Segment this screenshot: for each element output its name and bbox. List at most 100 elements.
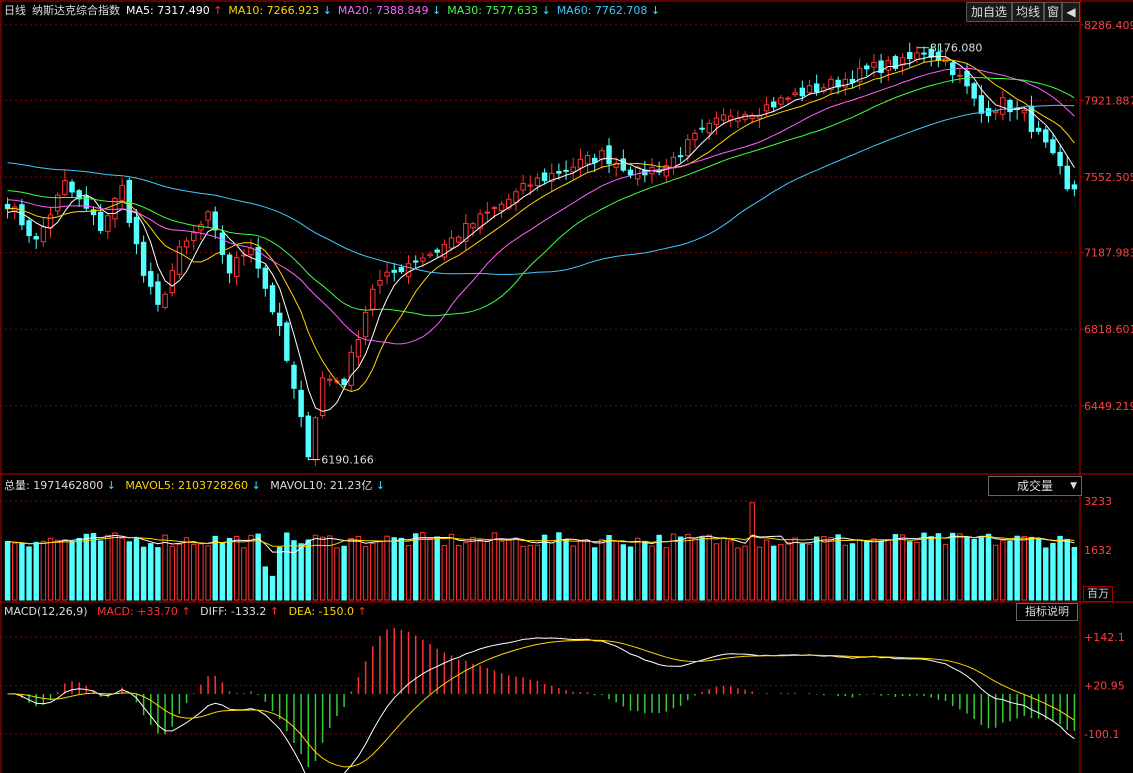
candle-body bbox=[1050, 139, 1056, 154]
index-name: 纳斯达克综合指数 bbox=[32, 4, 120, 17]
candle-body bbox=[563, 169, 569, 172]
price-tick-label: 7921.887 bbox=[1084, 94, 1133, 107]
volume-bar bbox=[97, 540, 104, 601]
volume-bar bbox=[527, 544, 533, 601]
volume-bar bbox=[785, 541, 791, 601]
volume-bar bbox=[778, 544, 784, 601]
volume-bar bbox=[649, 545, 655, 601]
chart-canvas: 8286.409 7921.887 7552.505 7187.983 6818.601… bbox=[0, 0, 1133, 773]
price-annotation-label: 8176.080 bbox=[930, 42, 983, 55]
volume-bar bbox=[463, 542, 469, 601]
candle-body bbox=[97, 211, 104, 232]
candle-body bbox=[720, 114, 727, 121]
candle-body bbox=[205, 211, 211, 221]
volume-bar bbox=[183, 537, 190, 601]
volume-bar bbox=[513, 537, 519, 601]
volume-bar bbox=[412, 533, 419, 601]
volume-bar bbox=[828, 537, 834, 601]
volume-bar bbox=[398, 537, 405, 601]
candle-body bbox=[212, 211, 218, 231]
volume-bar bbox=[133, 537, 140, 601]
volume-bar bbox=[756, 546, 763, 601]
volume-bar bbox=[112, 532, 118, 601]
add-watchlist-button[interactable]: 加自选 bbox=[966, 2, 1012, 22]
candle-body bbox=[484, 211, 491, 214]
volume-header: 总量: 1971462800 ↓ MAVOL5: 2103728260 ↓ MA… bbox=[4, 479, 391, 493]
volume-bar bbox=[470, 536, 476, 601]
volume-bar bbox=[1000, 540, 1006, 601]
candle-body bbox=[4, 203, 11, 210]
candle-body bbox=[362, 311, 369, 338]
volume-bar bbox=[384, 535, 390, 601]
volume-bar bbox=[978, 537, 985, 601]
volume-bar bbox=[276, 546, 283, 601]
volume-bar bbox=[728, 540, 734, 601]
candle-body bbox=[792, 92, 798, 95]
price-tick-label: 7187.983 bbox=[1084, 247, 1133, 260]
volume-bar bbox=[821, 536, 827, 601]
candle-body bbox=[448, 237, 455, 249]
ma-toggle-button[interactable]: 均线 bbox=[1012, 2, 1044, 22]
candle-body bbox=[412, 260, 419, 263]
candle-body bbox=[33, 236, 39, 240]
mavol10: MAVOL10: 21.23亿 ↓ bbox=[270, 479, 386, 492]
candle-body bbox=[276, 312, 283, 327]
volume-bar bbox=[549, 542, 555, 601]
volume-bar bbox=[90, 533, 97, 601]
volume-bar bbox=[162, 534, 168, 601]
price-tick-label: 6818.601 bbox=[1084, 323, 1133, 336]
candle-body bbox=[119, 184, 125, 201]
volume-bar bbox=[1064, 538, 1070, 601]
candle-body bbox=[491, 206, 498, 209]
candle-body bbox=[191, 232, 197, 241]
candle-body bbox=[813, 83, 820, 93]
candle-body bbox=[305, 415, 312, 458]
volume-bar bbox=[377, 541, 383, 601]
volume-bar bbox=[219, 542, 226, 601]
candle-body bbox=[599, 150, 605, 160]
candle-body bbox=[1057, 151, 1063, 167]
ma-line-ma60 bbox=[7, 104, 1075, 275]
volume-bar bbox=[864, 541, 870, 601]
volume-bar bbox=[992, 544, 999, 601]
volume-bar bbox=[198, 543, 204, 601]
volume-bar bbox=[305, 539, 312, 601]
candle-body bbox=[47, 214, 54, 229]
candle-body bbox=[713, 117, 720, 125]
ma-legend-item: MA20: 7388.849 ↓ bbox=[337, 4, 442, 17]
indicator-dropdown[interactable]: 成交量 ▼ bbox=[988, 476, 1082, 496]
volume-bar bbox=[914, 542, 920, 601]
volume-bar bbox=[148, 543, 154, 601]
volume-bar bbox=[713, 543, 720, 601]
volume-bar bbox=[477, 541, 483, 601]
volume-bar bbox=[1035, 538, 1042, 601]
volume-bar bbox=[627, 546, 634, 601]
price-header: 日线 纳斯达克综合指数 MA5: 7317.490 ↑ MA10: 7266.923 … bbox=[4, 4, 672, 18]
candle-body bbox=[957, 74, 963, 77]
volume-bar bbox=[885, 539, 891, 601]
window-button[interactable]: 窗 bbox=[1044, 2, 1062, 22]
candle-body bbox=[1035, 127, 1042, 132]
volume-bar bbox=[341, 545, 347, 601]
candle-body bbox=[105, 215, 111, 232]
candle-body bbox=[677, 155, 684, 158]
candle-body bbox=[871, 61, 877, 68]
volume-bar bbox=[620, 544, 627, 601]
macd-tick-label: +20.95 bbox=[1084, 680, 1125, 693]
volume-bar bbox=[656, 534, 662, 601]
candle-body bbox=[914, 52, 920, 60]
candle-body bbox=[778, 97, 784, 105]
volume-bar bbox=[33, 541, 39, 601]
macd-tick-label: +142.1 bbox=[1084, 631, 1125, 644]
volume-bar bbox=[205, 545, 211, 601]
volume-bar bbox=[706, 534, 712, 601]
volume-bar bbox=[155, 547, 161, 601]
volume-bar bbox=[599, 539, 605, 601]
indicator-help-button[interactable]: 指标说明 bbox=[1016, 603, 1078, 621]
volume-bar bbox=[685, 533, 691, 601]
candle-body bbox=[541, 172, 548, 182]
candle-body bbox=[1021, 109, 1028, 114]
collapse-arrow-icon[interactable]: ◀ bbox=[1062, 2, 1080, 22]
candle-body bbox=[248, 247, 254, 256]
candle-body bbox=[606, 145, 612, 165]
